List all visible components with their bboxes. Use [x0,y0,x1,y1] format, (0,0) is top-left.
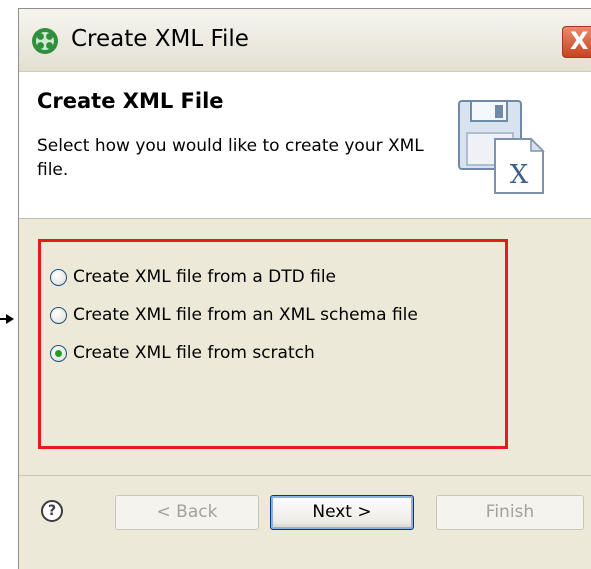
radio-option-from-scratch[interactable]: Create XML file from scratch [50,343,315,363]
wizard-content: Create XML file from a DTD file Create X… [19,219,591,474]
radio-option-from-dtd[interactable]: Create XML file from a DTD file [50,267,336,287]
dialog-titlebar: Create XML File X [19,9,591,72]
xml-file-save-icon: X [458,100,545,194]
screenshot-stage: Create XML File X Create XML File Select… [0,0,591,569]
help-icon[interactable]: ? [41,500,63,522]
radio-button[interactable] [50,306,67,324]
svg-text:X: X [510,160,529,190]
wizard-icon [32,28,58,54]
next-button[interactable]: Next > [270,495,414,530]
callout-arrow-icon [0,314,14,324]
wizard-banner: Create XML File Select how you would lik… [19,72,591,219]
radio-button[interactable] [50,268,67,286]
finish-button[interactable]: Finish [436,495,584,530]
create-xml-file-dialog: Create XML File X Create XML File Select… [18,8,591,569]
radio-label: Create XML file from a DTD file [73,267,337,287]
back-button[interactable]: < Back [115,495,259,530]
wizard-page-description: Select how you would like to create your… [37,136,424,180]
dialog-title: Create XML File [71,26,249,52]
wizard-page-title: Create XML File [37,89,224,113]
close-button[interactable]: X [562,26,591,58]
radio-label: Create XML file from an XML schema file [73,305,418,325]
radio-label: Create XML file from scratch [73,343,315,363]
radio-button-selected[interactable] [50,344,67,362]
radio-option-from-schema[interactable]: Create XML file from an XML schema file [50,305,418,325]
wizard-button-bar: ? < Back Next > Finish [19,475,591,569]
